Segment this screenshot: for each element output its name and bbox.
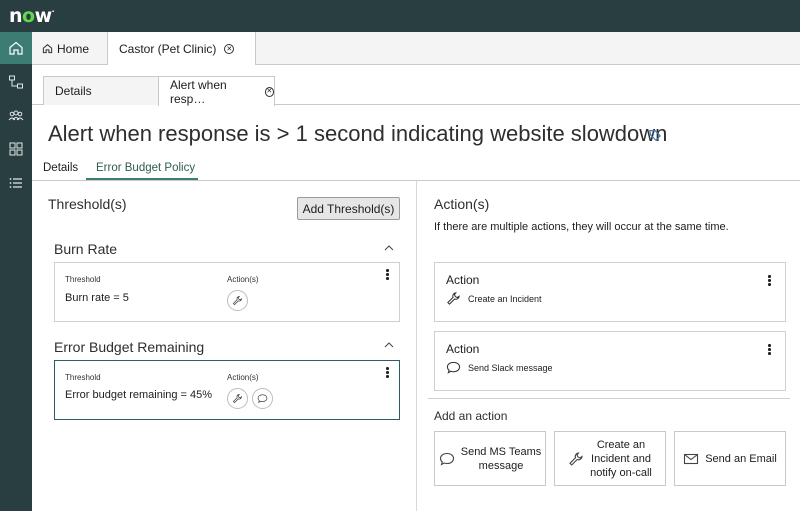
error-budget-remaining-title: Error Budget Remaining [54, 339, 205, 355]
wrench-icon [569, 451, 583, 466]
action-card-incident[interactable]: Action Create an Incident [434, 262, 786, 322]
chat-icon [257, 394, 268, 404]
sub-tab-bar: Details Error Budget Policy [32, 157, 800, 181]
tab-home-label: Home [57, 41, 90, 56]
more-options-icon[interactable] [386, 367, 390, 379]
close-tab-icon[interactable]: ✕ [224, 44, 235, 54]
action-card-row: Send Slack message [446, 360, 553, 375]
burn-rate-threshold-card[interactable]: Threshold Action(s) Burn rate = 5 [54, 262, 400, 322]
chevron-up-icon[interactable] [384, 245, 394, 251]
option-line: notify on-call [590, 466, 652, 479]
chevron-up-icon[interactable] [384, 342, 394, 348]
option-line: Create an [596, 438, 646, 451]
wrench-action-button[interactable] [227, 290, 248, 311]
wrench-action-button[interactable] [227, 388, 248, 409]
add-threshold-button[interactable]: Add Threshold(s) [297, 197, 400, 220]
divider [428, 398, 790, 399]
create-incident-notify-button[interactable]: Create an Incident and notify on-call [554, 431, 666, 486]
chat-action-button[interactable] [252, 388, 273, 409]
left-rail [0, 32, 32, 511]
tag-icon[interactable] [648, 128, 662, 142]
chat-icon [439, 452, 454, 466]
more-options-icon[interactable] [768, 275, 772, 287]
action-card-label: Send Slack message [468, 362, 553, 373]
rail-grid-button[interactable] [0, 133, 32, 165]
page-title: Alert when response is > 1 second indica… [48, 121, 668, 146]
window-tab-bar: Home Castor (Pet Clinic) ✕ [32, 32, 800, 66]
threshold-label: Threshold [65, 275, 101, 284]
option-line: Send MS Teams [460, 445, 542, 458]
mail-icon [684, 453, 699, 464]
wrench-icon [447, 292, 460, 305]
tab-record-alert-label: Alert when resp… [170, 77, 227, 106]
send-ms-teams-button[interactable]: Send MS Teams message [434, 431, 546, 486]
rail-list-button[interactable] [0, 167, 32, 199]
active-tab-indicator [86, 178, 198, 180]
chat-icon [446, 361, 461, 374]
tab-record-alert[interactable]: Alert when resp… ✕ [158, 76, 275, 106]
option-line: message [478, 459, 524, 472]
add-action-label: Add an action [434, 409, 508, 423]
threshold-value: Burn rate = 5 [65, 292, 129, 304]
team-icon [8, 110, 24, 121]
thresholds-panel: Threshold(s) Add Threshold(s) Burn Rate … [32, 181, 417, 511]
tab-castor[interactable]: Castor (Pet Clinic) ✕ [108, 32, 256, 66]
tab-castor-label: Castor (Pet Clinic) [119, 42, 217, 56]
more-options-icon[interactable] [768, 344, 772, 356]
home-icon [42, 44, 53, 54]
action-card-slack[interactable]: Action Send Slack message [434, 331, 786, 391]
threshold-label: Threshold [65, 373, 101, 382]
tab-record-details-label: Details [55, 84, 92, 98]
action-card-row: Create an Incident [446, 291, 542, 306]
error-budget-threshold-card[interactable]: Threshold Action(s) Error budget remaini… [54, 360, 400, 420]
list-icon [9, 178, 22, 188]
rail-home-button[interactable] [0, 32, 32, 64]
actions-title: Action(s) [434, 196, 490, 212]
subtab-error-budget-policy[interactable]: Error Budget Policy [96, 162, 195, 174]
thresholds-title: Threshold(s) [48, 196, 127, 212]
actions-description: If there are multiple actions, they will… [434, 221, 729, 233]
now-logo[interactable]: now. [9, 5, 55, 27]
grid-icon [9, 142, 23, 156]
wrench-icon [232, 393, 243, 404]
action-card-label: Create an Incident [468, 293, 542, 304]
wrench-icon [232, 295, 243, 306]
rail-team-button[interactable] [0, 100, 32, 132]
rail-hierarchy-button[interactable] [0, 66, 32, 98]
threshold-value: Error budget remaining = 45% [65, 389, 213, 401]
action-card-title: Action [446, 273, 480, 287]
actions-label: Action(s) [227, 275, 259, 284]
tab-record-details[interactable]: Details [43, 76, 159, 105]
option-line: Send an Email [705, 452, 777, 465]
more-options-icon[interactable] [386, 269, 390, 281]
send-email-button[interactable]: Send an Email [674, 431, 786, 486]
home-icon [9, 41, 23, 55]
record-tab-bar: Details Alert when resp… ✕ [32, 65, 800, 106]
burn-rate-title: Burn Rate [54, 241, 118, 257]
actions-panel: Action(s) If there are multiple actions,… [418, 181, 800, 511]
top-header: now. [0, 0, 800, 32]
option-line: Incident and [591, 452, 651, 465]
subtab-details[interactable]: Details [43, 162, 78, 174]
actions-label: Action(s) [227, 373, 259, 382]
hierarchy-icon [9, 75, 23, 89]
close-tab-icon[interactable]: ✕ [264, 86, 274, 97]
action-card-title: Action [446, 342, 480, 356]
tab-home[interactable]: Home [32, 32, 108, 65]
